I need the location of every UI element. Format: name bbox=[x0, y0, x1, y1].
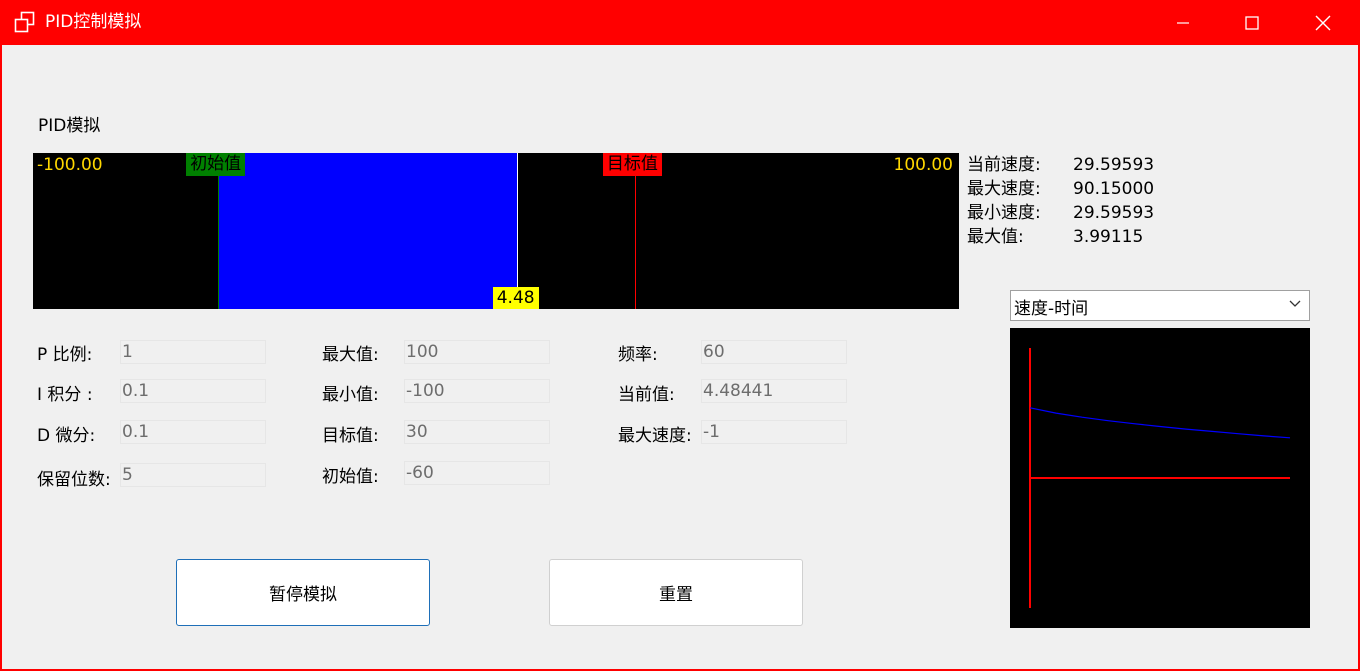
min-value-input[interactable] bbox=[404, 379, 550, 403]
current-value-label: 当前值: bbox=[618, 385, 675, 405]
stat-value: 29.59593 bbox=[1073, 203, 1155, 223]
maximize-button[interactable] bbox=[1217, 0, 1287, 45]
target-value-input[interactable] bbox=[404, 420, 550, 444]
stat-label: 最小速度: bbox=[967, 203, 1041, 223]
max-value-label: 最大值: bbox=[322, 345, 379, 365]
progress-fill bbox=[218, 153, 517, 309]
initial-value-label: 初始值: bbox=[322, 467, 379, 487]
window-title: PID控制模拟 bbox=[45, 12, 142, 32]
decimal-places-label: 保留位数: bbox=[37, 470, 111, 490]
speed-time-chart bbox=[1010, 328, 1310, 628]
speed-series-line bbox=[1029, 407, 1291, 439]
i-integral-label: I 积分 : bbox=[37, 385, 93, 405]
pause-simulation-button[interactable]: 暂停模拟 bbox=[176, 559, 430, 626]
stat-label: 当前速度: bbox=[967, 155, 1041, 175]
chevron-down-icon bbox=[1289, 300, 1301, 307]
current-value-marker bbox=[516, 153, 518, 309]
initial-value-marker bbox=[218, 153, 220, 309]
i-integral-input[interactable] bbox=[120, 379, 266, 403]
p-ratio-input[interactable] bbox=[120, 340, 266, 364]
stat-value: 3.99115 bbox=[1073, 227, 1144, 247]
stat-max-value: 最大值: 3.99115 bbox=[967, 225, 1187, 249]
target-value-label: 目标值: bbox=[322, 426, 379, 446]
initial-value-input[interactable] bbox=[404, 461, 550, 485]
max-value-input[interactable] bbox=[404, 340, 550, 364]
chart-type-selected: 速度-时间 bbox=[1014, 299, 1089, 319]
minimize-button[interactable] bbox=[1148, 0, 1218, 45]
p-ratio-label: P 比例: bbox=[37, 345, 93, 365]
range-min-label: -100.00 bbox=[37, 155, 103, 175]
stat-label: 最大速度: bbox=[967, 179, 1041, 199]
max-speed-input[interactable] bbox=[701, 420, 847, 444]
stat-min-speed: 最小速度: 29.59593 bbox=[967, 201, 1187, 225]
target-value-marker bbox=[634, 153, 636, 309]
chart-type-select[interactable]: 速度-时间 bbox=[1010, 290, 1310, 321]
close-icon bbox=[1315, 15, 1331, 30]
decimal-places-input[interactable] bbox=[120, 463, 266, 487]
stat-current-speed: 当前速度: 29.59593 bbox=[967, 153, 1187, 177]
stat-max-speed: 最大速度: 90.15000 bbox=[967, 177, 1187, 201]
frequency-label: 频率: bbox=[618, 345, 658, 365]
target-value-tag: 目标值 bbox=[602, 153, 662, 176]
current-value-tag: 4.48 bbox=[492, 287, 539, 309]
stat-value: 29.59593 bbox=[1073, 155, 1155, 175]
stat-label: 最大值: bbox=[967, 227, 1024, 247]
section-label: PID模拟 bbox=[38, 116, 101, 136]
chart-canvas bbox=[1029, 348, 1291, 608]
stats-panel: 当前速度: 29.59593 最大速度: 90.15000 最小速度: 29.5… bbox=[967, 153, 1187, 249]
main-panel: PID模拟 -100.00 100.00 初始值 目标值 4.48 当前速度: … bbox=[2, 45, 1358, 669]
max-speed-label: 最大速度: bbox=[618, 426, 692, 446]
reset-button[interactable]: 重置 bbox=[549, 559, 803, 626]
minimize-icon bbox=[1177, 21, 1189, 24]
pid-progress-bar: -100.00 100.00 初始值 目标值 4.48 bbox=[33, 153, 959, 309]
frequency-input[interactable] bbox=[701, 340, 847, 364]
title-bar: PID控制模拟 bbox=[0, 0, 1360, 45]
d-derivative-input[interactable] bbox=[120, 420, 266, 444]
maximize-icon bbox=[1245, 15, 1259, 30]
d-derivative-label: D 微分: bbox=[37, 426, 96, 446]
close-button[interactable] bbox=[1288, 0, 1358, 45]
initial-value-tag: 初始值 bbox=[186, 153, 246, 176]
app-window-icon bbox=[14, 11, 36, 33]
range-max-label: 100.00 bbox=[893, 155, 953, 175]
stat-value: 90.15000 bbox=[1073, 179, 1155, 199]
min-value-label: 最小值: bbox=[322, 385, 379, 405]
current-value-input[interactable] bbox=[701, 379, 847, 403]
